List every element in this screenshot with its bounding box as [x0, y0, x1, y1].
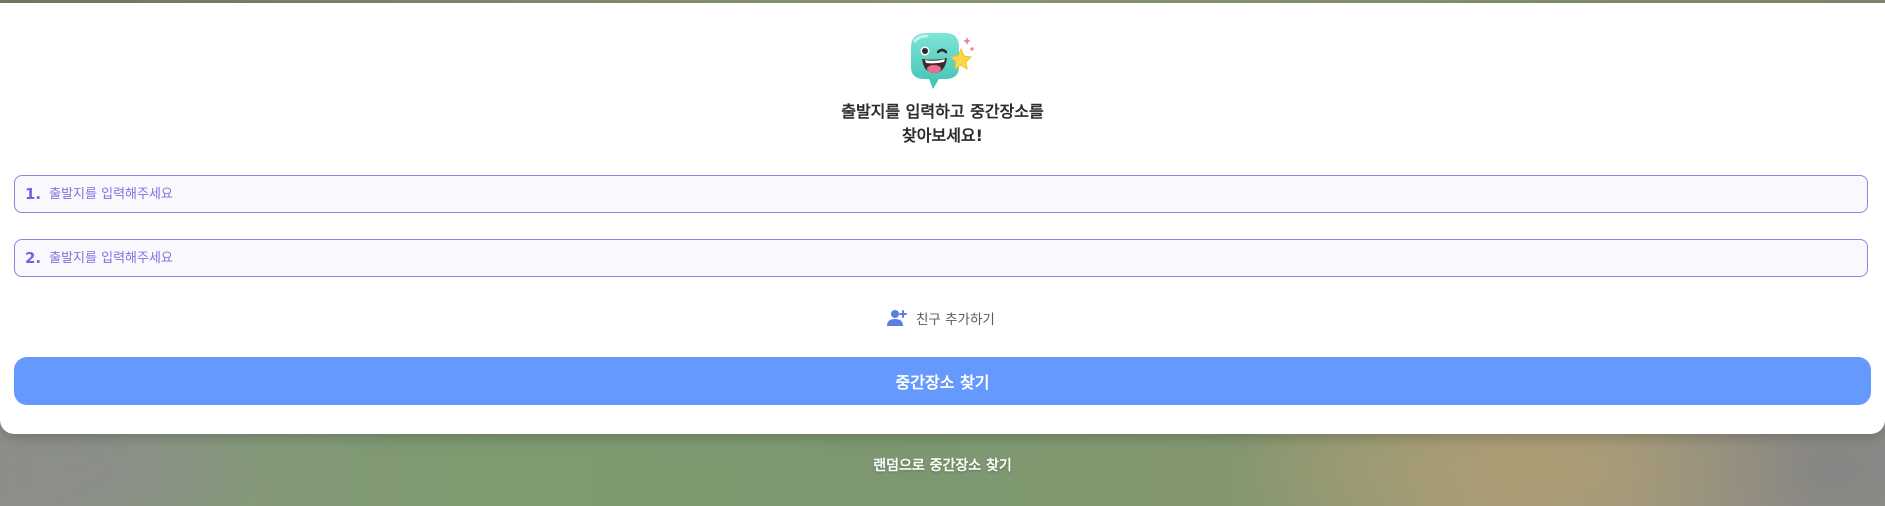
origin-field-2[interactable]: 2.	[14, 239, 1868, 277]
add-friend-label: 친구 추가하기	[916, 312, 995, 328]
mascot-icon	[911, 33, 974, 89]
random-midpoint-link[interactable]: 랜덤으로 중간장소 찾기	[0, 455, 1885, 475]
user-plus-icon	[887, 310, 907, 326]
headline-line-1: 출발지를 입력하고 중간장소를	[841, 102, 1044, 121]
origin-field-2-index: 2.	[25, 249, 42, 267]
search-panel: 출발지를 입력하고 중간장소를 찾아보세요! 1. 2. 친구 추가하기 중간장…	[0, 3, 1885, 434]
add-friend-button[interactable]: 친구 추가하기	[887, 306, 995, 330]
origin-input-1[interactable]	[49, 186, 1830, 202]
find-midpoint-button[interactable]: 중간장소 찾기	[14, 357, 1871, 405]
headline-line-2: 찾아보세요!	[902, 126, 983, 145]
origin-field-1-index: 1.	[25, 185, 42, 203]
origin-field-1[interactable]: 1.	[14, 175, 1868, 213]
origin-input-2[interactable]	[49, 250, 1830, 266]
